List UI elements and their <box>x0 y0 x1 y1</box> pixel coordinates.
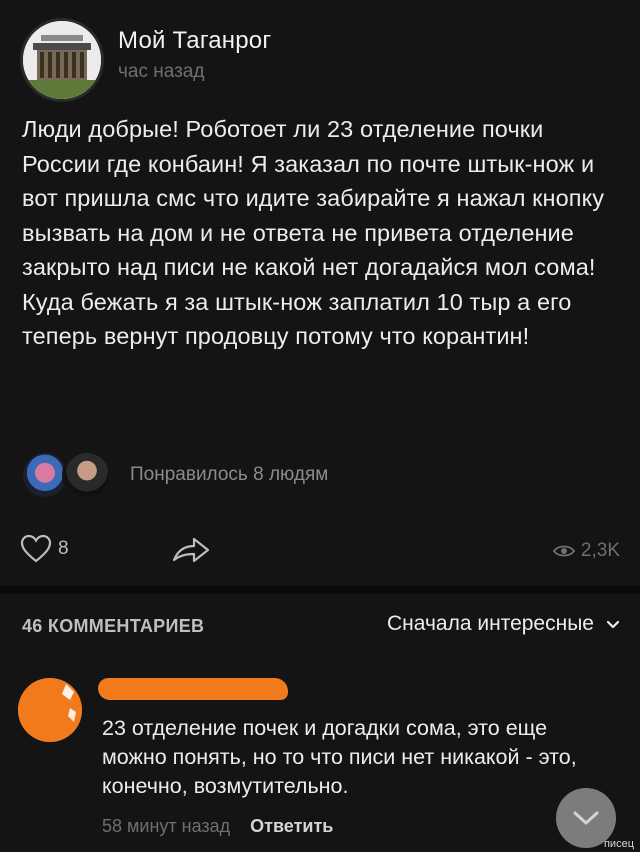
eye-icon <box>552 545 575 557</box>
comment-author-name-redacted <box>98 678 288 700</box>
post-text: Люди добрые! Роботоет ли 23 отделение по… <box>22 116 605 349</box>
comment-item: 23 отделение почек и догадки сома, это е… <box>18 670 628 850</box>
chevron-down-icon <box>573 811 599 825</box>
section-divider <box>0 586 640 594</box>
comments-header: 46 КОММЕНТАРИЕВ Сначала интересные <box>22 612 620 642</box>
comment-time: 58 минут назад <box>102 816 231 836</box>
liker-avatar <box>62 450 112 500</box>
group-avatar[interactable] <box>20 18 104 102</box>
comments-sort-select[interactable]: Сначала интересные <box>387 612 620 636</box>
share-icon <box>172 537 210 563</box>
comment-text: 23 отделение почек и догадки сома, это е… <box>102 716 577 798</box>
header-text: Мой Таганрог час назад <box>118 27 271 83</box>
heart-icon <box>20 534 52 563</box>
comment-meta: 58 минут назад Ответить <box>102 816 333 837</box>
sort-label: Сначала интересные <box>387 612 594 635</box>
reply-button[interactable]: Ответить <box>250 816 333 837</box>
comments-count: 46 КОММЕНТАРИЕВ <box>22 616 205 636</box>
comment-author-avatar[interactable] <box>18 678 82 742</box>
group-name[interactable]: Мой Таганрог <box>118 27 271 55</box>
post-screen: Мой Таганрог час назад Люди добрые! Робо… <box>0 0 640 852</box>
like-button[interactable]: 8 <box>20 534 69 564</box>
share-button[interactable] <box>170 534 212 569</box>
likes-row[interactable]: Понравилось 8 людям <box>20 450 328 500</box>
chevron-down-icon <box>606 620 620 629</box>
building-icon <box>23 21 101 99</box>
views-count: 2,3K <box>580 540 620 561</box>
like-count: 8 <box>58 538 69 559</box>
redaction-mark-icon <box>18 678 82 742</box>
actions-row: 8 2,3K <box>20 530 620 570</box>
watermark: писец <box>603 838 634 850</box>
post-time: час назад <box>118 61 205 82</box>
likes-summary: Понравилось 8 людям <box>130 464 329 485</box>
post-header: Мой Таганрог час назад <box>20 18 271 102</box>
views-counter: 2,3K <box>552 540 620 562</box>
